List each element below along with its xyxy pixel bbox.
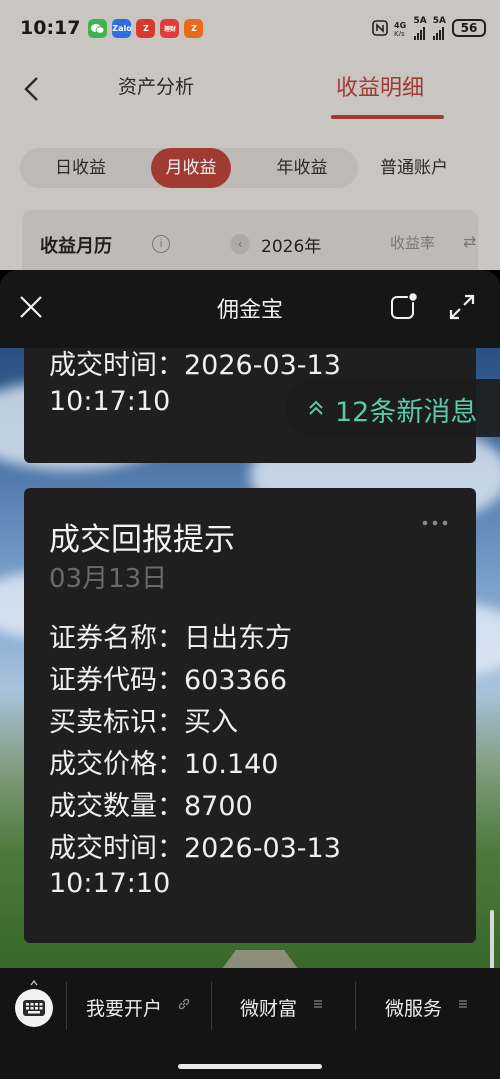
wechat-icon bbox=[88, 18, 108, 38]
app-hs-icon: Z bbox=[184, 18, 204, 38]
chevron-up-icon bbox=[30, 980, 38, 986]
card-line: 10:17:10 bbox=[49, 386, 171, 417]
more-icon[interactable] bbox=[420, 518, 450, 528]
signal-icon-2 bbox=[432, 26, 444, 40]
divider bbox=[355, 982, 356, 1030]
expand-icon[interactable] bbox=[447, 292, 477, 322]
divider bbox=[211, 982, 212, 1030]
income-detail-page: 资产分析 收益明细 日收益 月收益 年收益 普通账户 收益月历 i ‹ 2026… bbox=[0, 56, 500, 280]
ordinary-account-tab[interactable]: 普通账户 bbox=[380, 148, 448, 188]
period-yearly[interactable]: 年收益 bbox=[247, 148, 357, 188]
year-label[interactable]: 2026年 bbox=[261, 232, 321, 257]
active-tab-underline bbox=[331, 115, 444, 119]
app-z-icon: Z bbox=[136, 18, 156, 38]
svg-text:K/s: K/s bbox=[394, 30, 405, 36]
app-header: 资产分析 收益明细 bbox=[0, 56, 500, 122]
panel-header: 佣金宝 bbox=[0, 270, 500, 348]
notification-app-icons: Zalo Z 理财 Z bbox=[88, 18, 204, 38]
signal-icon-1 bbox=[413, 26, 425, 40]
menu-wei-fuwu[interactable]: 微服务 bbox=[385, 994, 442, 1021]
trade-side-line: 买卖标识：买入 bbox=[49, 707, 238, 738]
new-messages-button[interactable]: 12条新消息 bbox=[286, 379, 500, 437]
swap-icon[interactable]: ⇄ bbox=[463, 232, 476, 251]
status-right: 4G K/s 5A 5A 56 bbox=[371, 15, 486, 40]
trade-quantity-line: 成交数量：8700 bbox=[49, 791, 253, 822]
bottom-menu-bar: 我要开户 微财富 微服务 bbox=[0, 968, 500, 1079]
double-chevron-up-icon bbox=[309, 400, 323, 415]
trade-time-line-cont: 10:17:10 bbox=[49, 868, 171, 899]
card-date: 03月13日 bbox=[49, 564, 168, 594]
card-line: 成交时间：2026-03-13 bbox=[49, 350, 341, 381]
yongjinbao-panel: 佣金宝 成交时间：2026-03-13 10:17:10 12条新消息 成交回报… bbox=[0, 270, 500, 1079]
menu-open-account[interactable]: 我要开户 bbox=[86, 994, 162, 1021]
card-title: 成交回报提示 bbox=[49, 522, 235, 558]
info-icon[interactable]: i bbox=[152, 235, 170, 253]
nfc-icon bbox=[371, 20, 388, 36]
calendar-title: 收益月历 bbox=[40, 236, 112, 257]
network-type-2: 5A bbox=[432, 15, 446, 26]
period-monthly[interactable]: 月收益 bbox=[151, 148, 231, 188]
panel-title: 佣金宝 bbox=[216, 298, 283, 323]
prev-year-icon[interactable]: ‹ bbox=[230, 234, 250, 254]
tab-income-detail[interactable]: 收益明细 bbox=[336, 70, 424, 102]
app-stock-icon: 理财 bbox=[160, 18, 180, 38]
zalo-icon: Zalo bbox=[112, 18, 132, 38]
floating-window-icon[interactable] bbox=[390, 292, 418, 320]
period-selector: 日收益 月收益 年收益 bbox=[20, 148, 358, 188]
status-time: 10:17 bbox=[20, 17, 81, 39]
wifi-icon: 4GK/s bbox=[394, 21, 406, 36]
tab-asset-analysis[interactable]: 资产分析 bbox=[118, 72, 194, 99]
link-icon bbox=[178, 998, 190, 1010]
menu-wei-caifu[interactable]: 微财富 bbox=[240, 994, 297, 1021]
trade-time-line: 成交时间：2026-03-13 bbox=[49, 833, 341, 864]
rate-toggle-label[interactable]: 收益率 bbox=[390, 232, 435, 253]
new-messages-label: 12条新消息 bbox=[335, 397, 478, 428]
security-name-line: 证券名称：日出东方 bbox=[49, 623, 292, 654]
keyboard-icon bbox=[23, 1000, 45, 1016]
menu-lines-icon bbox=[459, 1000, 467, 1008]
home-indicator[interactable] bbox=[178, 1064, 322, 1069]
network-type-1: 5A bbox=[413, 15, 427, 26]
battery-indicator: 56 bbox=[452, 19, 486, 37]
keyboard-toggle-button[interactable] bbox=[15, 989, 53, 1027]
svg-text:4G: 4G bbox=[394, 21, 406, 30]
divider bbox=[66, 982, 67, 1030]
security-code-line: 证券代码：603366 bbox=[49, 665, 288, 696]
back-arrow-icon[interactable] bbox=[18, 74, 48, 104]
period-daily[interactable]: 日收益 bbox=[20, 148, 141, 188]
trade-price-line: 成交价格：10.140 bbox=[49, 749, 279, 780]
status-bar: 10:17 Zalo Z 理财 Z 4G K/s 5A 5A 56 bbox=[0, 0, 500, 56]
trade-report-card: 成交回报提示 03月13日 证券名称：日出东方 证券代码：603366 买卖标识… bbox=[24, 488, 476, 943]
menu-lines-icon bbox=[314, 1000, 322, 1008]
